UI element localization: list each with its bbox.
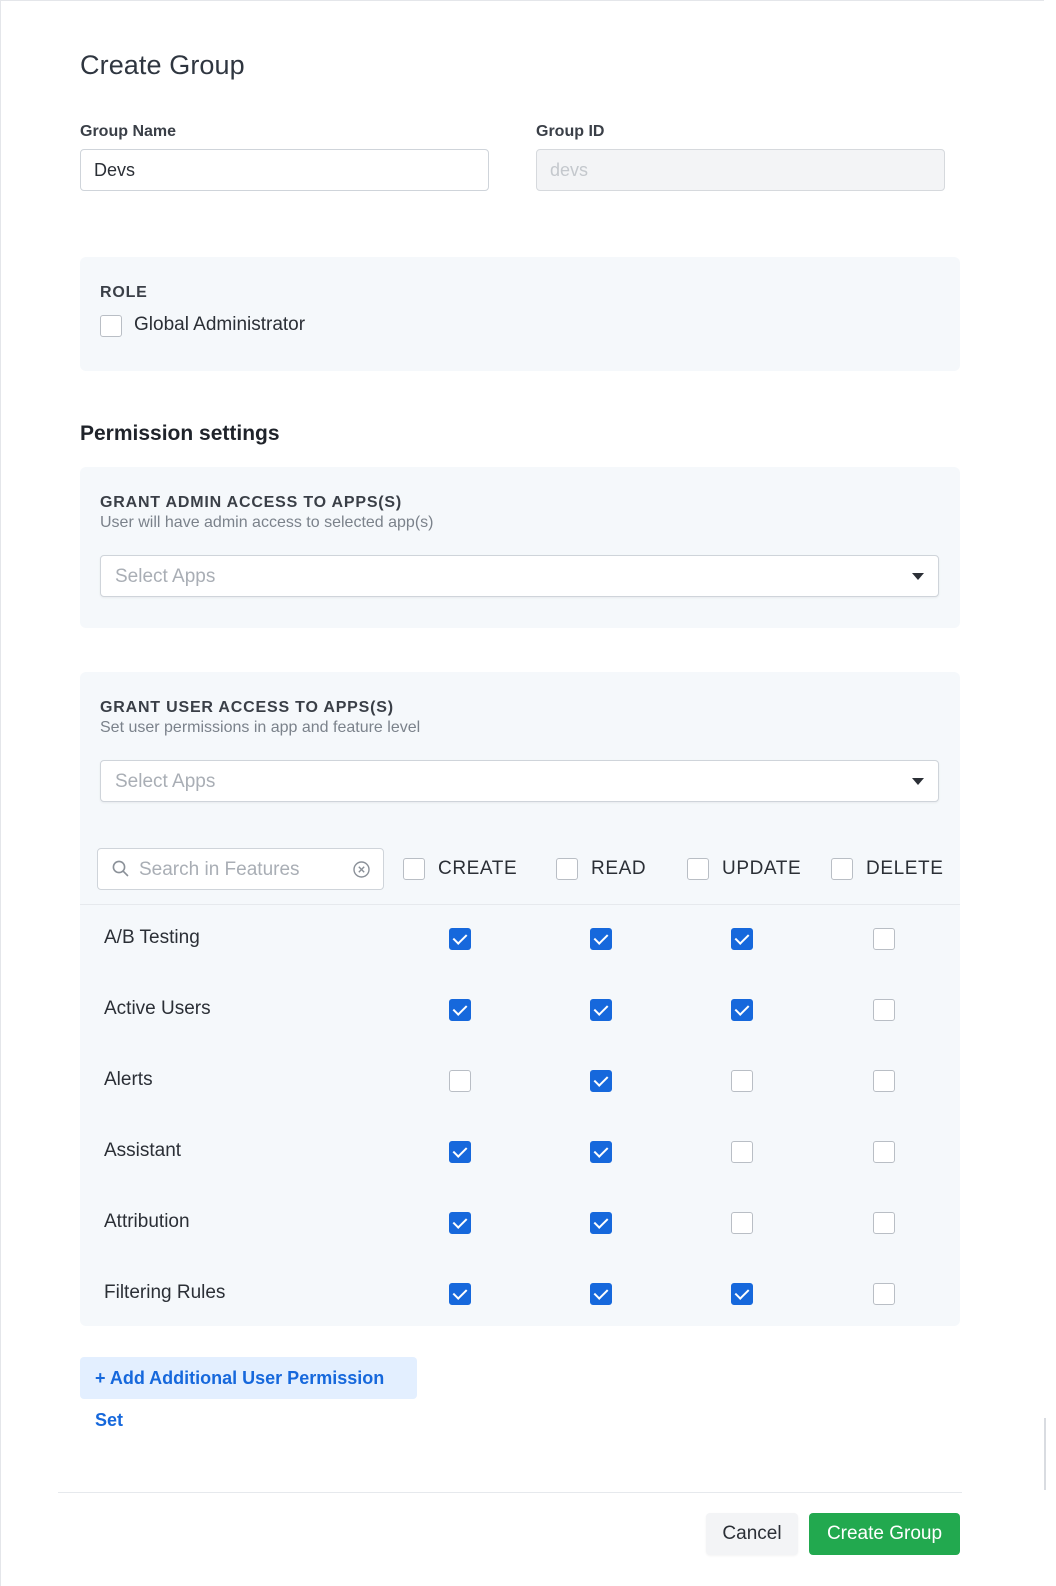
table-row: Filtering Rules	[80, 1259, 960, 1330]
global-admin-checkbox[interactable]	[100, 315, 122, 337]
table-row: Attribution	[80, 1188, 960, 1259]
update-permission-checkbox[interactable]	[731, 1141, 753, 1163]
delete-permission-checkbox[interactable]	[873, 1070, 895, 1092]
select-all-create-checkbox[interactable]	[403, 858, 425, 880]
table-row: Alerts	[80, 1046, 960, 1117]
admin-apps-select[interactable]: Select Apps	[100, 555, 939, 597]
admin-access-description: User will have admin access to selected …	[100, 514, 434, 531]
group-id-label: Group ID	[536, 123, 605, 140]
feature-name: Assistant	[104, 1140, 182, 1161]
column-header-label: DELETE	[866, 858, 944, 879]
read-permission-checkbox[interactable]	[590, 1212, 612, 1234]
user-access-description: Set user permissions in app and feature …	[100, 719, 421, 736]
user-access-panel: GRANT USER ACCESS TO APPS(S) Set user pe…	[80, 672, 960, 1326]
footer-divider	[58, 1492, 962, 1493]
update-permission-checkbox[interactable]	[731, 1283, 753, 1305]
create-permission-checkbox[interactable]	[449, 928, 471, 950]
role-label: ROLE	[100, 284, 148, 301]
user-access-label: GRANT USER ACCESS TO APPS(S)	[100, 699, 394, 716]
add-permission-set-button[interactable]: + Add Additional User Permission Set	[80, 1357, 417, 1430]
feature-name: A/B Testing	[104, 927, 200, 948]
update-permission-checkbox[interactable]	[731, 1212, 753, 1234]
read-permission-checkbox[interactable]	[590, 1070, 612, 1092]
create-permission-checkbox[interactable]	[449, 1141, 471, 1163]
table-row: Active Users	[80, 975, 960, 1046]
column-header-label: READ	[591, 858, 647, 879]
feature-search-placeholder: Search in Features	[139, 859, 300, 880]
admin-access-panel: GRANT ADMIN ACCESS TO APPS(S) User will …	[80, 467, 960, 628]
select-all-update-checkbox[interactable]	[687, 858, 709, 880]
select-all-read-checkbox[interactable]	[556, 858, 578, 880]
permission-settings-title: Permission settings	[80, 422, 280, 445]
create-permission-checkbox[interactable]	[449, 999, 471, 1021]
delete-permission-checkbox[interactable]	[873, 1141, 895, 1163]
role-panel: ROLE Global Administrator	[80, 257, 960, 371]
admin-access-label: GRANT ADMIN ACCESS TO APPS(S)	[100, 494, 403, 511]
user-apps-placeholder: Select Apps	[115, 771, 216, 792]
feature-name: Alerts	[104, 1069, 153, 1090]
create-permission-checkbox[interactable]	[449, 1283, 471, 1305]
read-permission-checkbox[interactable]	[590, 1283, 612, 1305]
feature-search-input[interactable]: Search in Features	[97, 848, 384, 890]
select-all-delete-checkbox[interactable]	[831, 858, 853, 880]
delete-permission-checkbox[interactable]	[873, 1212, 895, 1234]
group-name-input[interactable]: Devs	[80, 149, 489, 191]
read-permission-checkbox[interactable]	[590, 928, 612, 950]
column-header-label: UPDATE	[722, 858, 802, 879]
cancel-button[interactable]: Cancel	[706, 1513, 798, 1555]
read-permission-checkbox[interactable]	[590, 999, 612, 1021]
delete-permission-checkbox[interactable]	[873, 1283, 895, 1305]
chevron-down-icon	[912, 778, 924, 785]
create-permission-checkbox[interactable]	[449, 1070, 471, 1092]
feature-name: Attribution	[104, 1211, 190, 1232]
feature-name: Active Users	[104, 998, 211, 1019]
delete-permission-checkbox[interactable]	[873, 999, 895, 1021]
table-row: Assistant	[80, 1117, 960, 1188]
feature-name: Filtering Rules	[104, 1282, 226, 1303]
user-apps-select[interactable]: Select Apps	[100, 760, 939, 802]
group-id-input: devs	[536, 149, 945, 191]
delete-permission-checkbox[interactable]	[873, 928, 895, 950]
scrollbar-thumb[interactable]	[1044, 1418, 1046, 1490]
clear-icon[interactable]	[352, 860, 371, 879]
admin-apps-placeholder: Select Apps	[115, 566, 216, 587]
update-permission-checkbox[interactable]	[731, 999, 753, 1021]
search-icon	[112, 860, 129, 877]
table-row: A/B Testing	[80, 904, 960, 975]
scrollbar-track[interactable]	[1044, 0, 1056, 1586]
global-admin-label: Global Administrator	[134, 314, 306, 335]
update-permission-checkbox[interactable]	[731, 928, 753, 950]
create-group-button[interactable]: Create Group	[809, 1513, 960, 1555]
read-permission-checkbox[interactable]	[590, 1141, 612, 1163]
column-header-label: CREATE	[438, 858, 518, 879]
page-title: Create Group	[80, 50, 245, 80]
chevron-down-icon	[912, 573, 924, 580]
update-permission-checkbox[interactable]	[731, 1070, 753, 1092]
group-name-label: Group Name	[80, 123, 177, 140]
create-permission-checkbox[interactable]	[449, 1212, 471, 1234]
